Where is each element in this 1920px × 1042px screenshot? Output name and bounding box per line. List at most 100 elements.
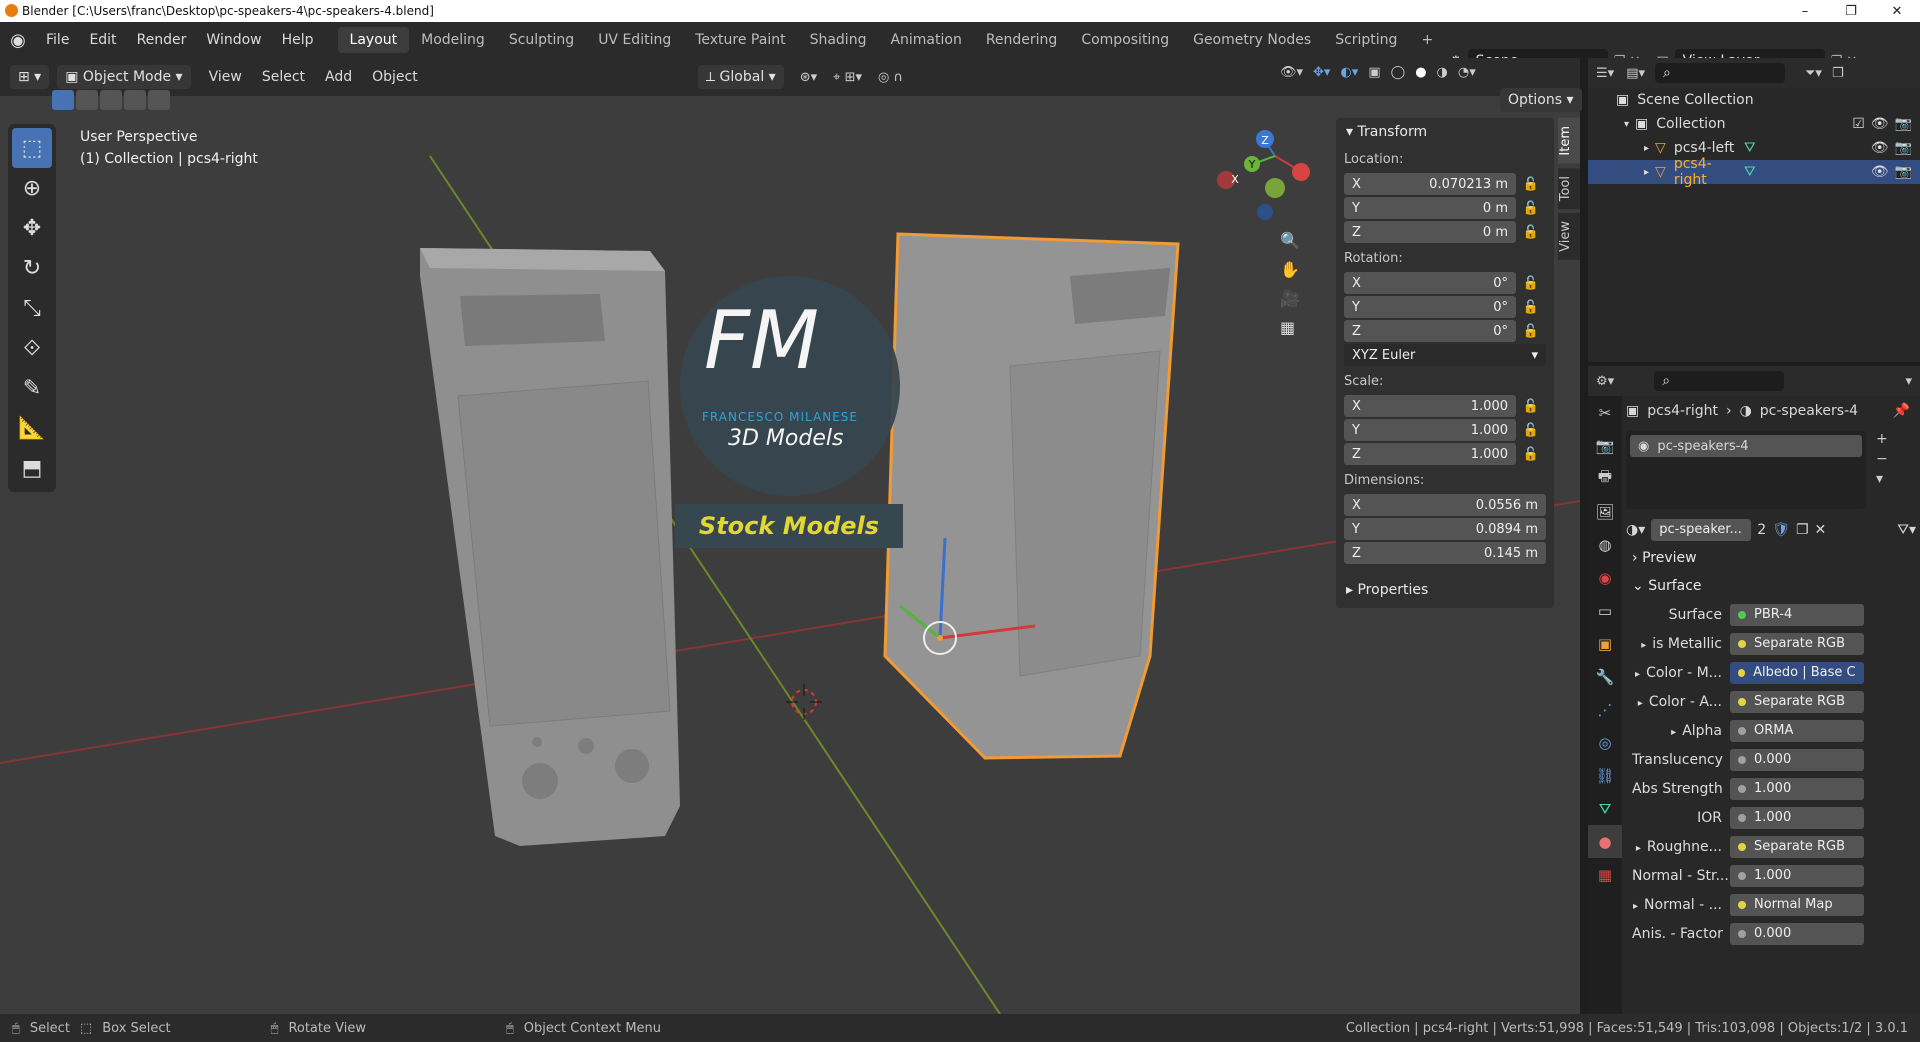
scale-y-field[interactable]: Y 1.000: [1344, 419, 1516, 441]
socket-value-field[interactable]: 0.000: [1730, 922, 1864, 945]
properties-editor-icon[interactable]: ⚙▾: [1596, 374, 1614, 389]
socket-value-field[interactable]: 0.000: [1730, 748, 1864, 771]
snap-icon[interactable]: ⌖ ⊞▾: [833, 70, 862, 85]
transform-tool-icon[interactable]: ⟐: [12, 328, 52, 368]
mode-dropdown[interactable]: ▣ Object Mode ▾: [57, 65, 191, 89]
properties-subpanel-header[interactable]: ▸ Properties: [1336, 576, 1554, 604]
expand-socket-icon[interactable]: ▸: [1636, 843, 1641, 854]
scene-collection-row[interactable]: ▣ Scene Collection: [1588, 88, 1920, 112]
camera-icon[interactable]: 📷: [1895, 116, 1912, 132]
select-box-tool-icon[interactable]: ⬚: [12, 128, 52, 168]
modifier-tab-icon[interactable]: 🔧: [1588, 660, 1622, 693]
outliner-item-pcs4-right[interactable]: ▸ ▽ pcs4-right ⛛ 👁 📷: [1588, 156, 1920, 188]
location-z-field[interactable]: Z 0 m: [1344, 221, 1516, 243]
pivot-icon[interactable]: ⊛▾: [800, 70, 817, 85]
viewport-menu-add[interactable]: Add: [315, 69, 362, 85]
wireframe-shading-icon[interactable]: ◯: [1391, 65, 1406, 80]
overlay-toggle-icon[interactable]: ◐▾: [1340, 65, 1358, 80]
browse-material-icon[interactable]: ◑▾: [1626, 522, 1645, 538]
options-dropdown[interactable]: Options ▾: [1500, 88, 1582, 112]
socket-dot-icon[interactable]: [1738, 842, 1746, 851]
socket-dot-icon[interactable]: [1738, 900, 1746, 909]
data-tab-icon[interactable]: ⛛: [1588, 792, 1622, 825]
viewport-menu-view[interactable]: View: [199, 69, 252, 85]
tab-tool[interactable]: Tool: [1558, 167, 1580, 209]
lock-icon[interactable]: 🔓: [1516, 447, 1546, 462]
particles-tab-icon[interactable]: ⋰: [1588, 693, 1622, 726]
socket-dot-icon[interactable]: [1738, 871, 1746, 880]
select-invert-icon[interactable]: [124, 90, 146, 110]
expand-socket-icon[interactable]: ▸: [1638, 698, 1643, 709]
scale-x-field[interactable]: X 1.000: [1344, 395, 1516, 417]
preview-panel-header[interactable]: › Preview: [1626, 544, 1916, 572]
tab-item[interactable]: Item: [1558, 118, 1580, 164]
tab-scripting[interactable]: Scripting: [1323, 27, 1409, 53]
tool-tab-icon[interactable]: ✂: [1588, 396, 1622, 429]
proportional-edit-icon[interactable]: ◎ ∩: [878, 70, 903, 85]
pin-icon[interactable]: 📌: [1893, 403, 1910, 419]
socket-dot-icon[interactable]: [1738, 668, 1746, 677]
physics-tab-icon[interactable]: ◎: [1588, 726, 1622, 759]
tab-view[interactable]: View: [1558, 212, 1580, 260]
lock-icon[interactable]: 🔓: [1516, 177, 1546, 192]
zoom-icon[interactable]: 🔍: [1280, 231, 1300, 250]
chevron-down-icon[interactable]: ▾: [1905, 374, 1912, 389]
menu-help[interactable]: Help: [272, 32, 324, 48]
material-slot-item[interactable]: ◉ pc-speakers-4: [1630, 435, 1862, 457]
tab-layout[interactable]: Layout: [337, 27, 410, 53]
constraints-tab-icon[interactable]: ⛓: [1588, 759, 1622, 792]
menu-edit[interactable]: Edit: [79, 32, 126, 48]
rotation-y-field[interactable]: Y 0°: [1344, 296, 1516, 318]
rendered-shading-icon[interactable]: ◔▾: [1458, 65, 1476, 80]
select-subtract-icon[interactable]: [100, 90, 122, 110]
close-button[interactable]: ✕: [1874, 0, 1920, 22]
scale-z-field[interactable]: Z 1.000: [1344, 443, 1516, 465]
viewport-menu-select[interactable]: Select: [252, 69, 315, 85]
eye-icon[interactable]: 👁: [1871, 116, 1889, 132]
world-tab-icon[interactable]: ◉: [1588, 561, 1622, 594]
slot-menu-button[interactable]: ▾: [1876, 471, 1888, 487]
orientation-dropdown[interactable]: ⟂ Global ▾: [697, 65, 784, 89]
tab-shading[interactable]: Shading: [798, 27, 879, 53]
socket-value-field[interactable]: Separate RGB: [1730, 632, 1864, 655]
scale-tool-icon[interactable]: ⤡: [12, 288, 52, 328]
socket-value-field[interactable]: Separate RGB: [1730, 835, 1864, 858]
select-new-icon[interactable]: [52, 90, 74, 110]
mesh-data-icon[interactable]: ⛛: [1744, 164, 1865, 180]
expand-socket-icon[interactable]: ▸: [1635, 669, 1640, 680]
lock-icon[interactable]: 🔓: [1516, 399, 1546, 414]
node-tree-icon[interactable]: ⛛▾: [1897, 522, 1916, 538]
blender-menu-icon[interactable]: ◉: [0, 22, 36, 58]
socket-dot-icon[interactable]: [1738, 639, 1746, 648]
measure-tool-icon[interactable]: 📐: [12, 408, 52, 448]
solid-shading-icon[interactable]: ●: [1415, 65, 1426, 80]
annotate-tool-icon[interactable]: ✎: [12, 368, 52, 408]
socket-value-field[interactable]: Separate RGB: [1730, 690, 1864, 713]
add-workspace-button[interactable]: +: [1409, 27, 1445, 53]
speaker-right-model[interactable]: [883, 232, 1180, 760]
lock-icon[interactable]: 🔓: [1516, 423, 1546, 438]
unlink-material-icon[interactable]: ✕: [1815, 522, 1827, 538]
rotate-tool-icon[interactable]: ↻: [12, 248, 52, 288]
socket-value-field[interactable]: 1.000: [1730, 777, 1864, 800]
socket-dot-icon[interactable]: [1738, 929, 1746, 938]
fake-user-icon[interactable]: 🛡: [1772, 522, 1790, 538]
expand-socket-icon[interactable]: ▸: [1641, 640, 1646, 651]
tab-sculpting[interactable]: Sculpting: [497, 27, 586, 53]
socket-value-field[interactable]: Normal Map: [1730, 893, 1864, 916]
select-extend-icon[interactable]: [76, 90, 98, 110]
display-mode-icon[interactable]: ▤▾: [1626, 66, 1645, 81]
socket-value-field[interactable]: ORMA: [1730, 719, 1864, 742]
move-tool-icon[interactable]: ✥: [12, 208, 52, 248]
xray-icon[interactable]: ▣: [1368, 65, 1380, 80]
tab-uv-editing[interactable]: UV Editing: [586, 27, 683, 53]
dimensions-x-field[interactable]: X 0.0556 m: [1344, 494, 1546, 516]
material-name-field[interactable]: pc-speaker...: [1651, 518, 1752, 541]
speaker-left-model[interactable]: [420, 248, 680, 846]
dimensions-y-field[interactable]: Y 0.0894 m: [1344, 518, 1546, 540]
maximize-button[interactable]: ❐: [1828, 0, 1874, 22]
object-tab-icon[interactable]: ▣: [1588, 627, 1622, 660]
checkbox-icon[interactable]: ☑: [1852, 116, 1865, 132]
output-tab-icon[interactable]: 🖶: [1588, 462, 1622, 495]
lock-icon[interactable]: 🔓: [1516, 201, 1546, 216]
